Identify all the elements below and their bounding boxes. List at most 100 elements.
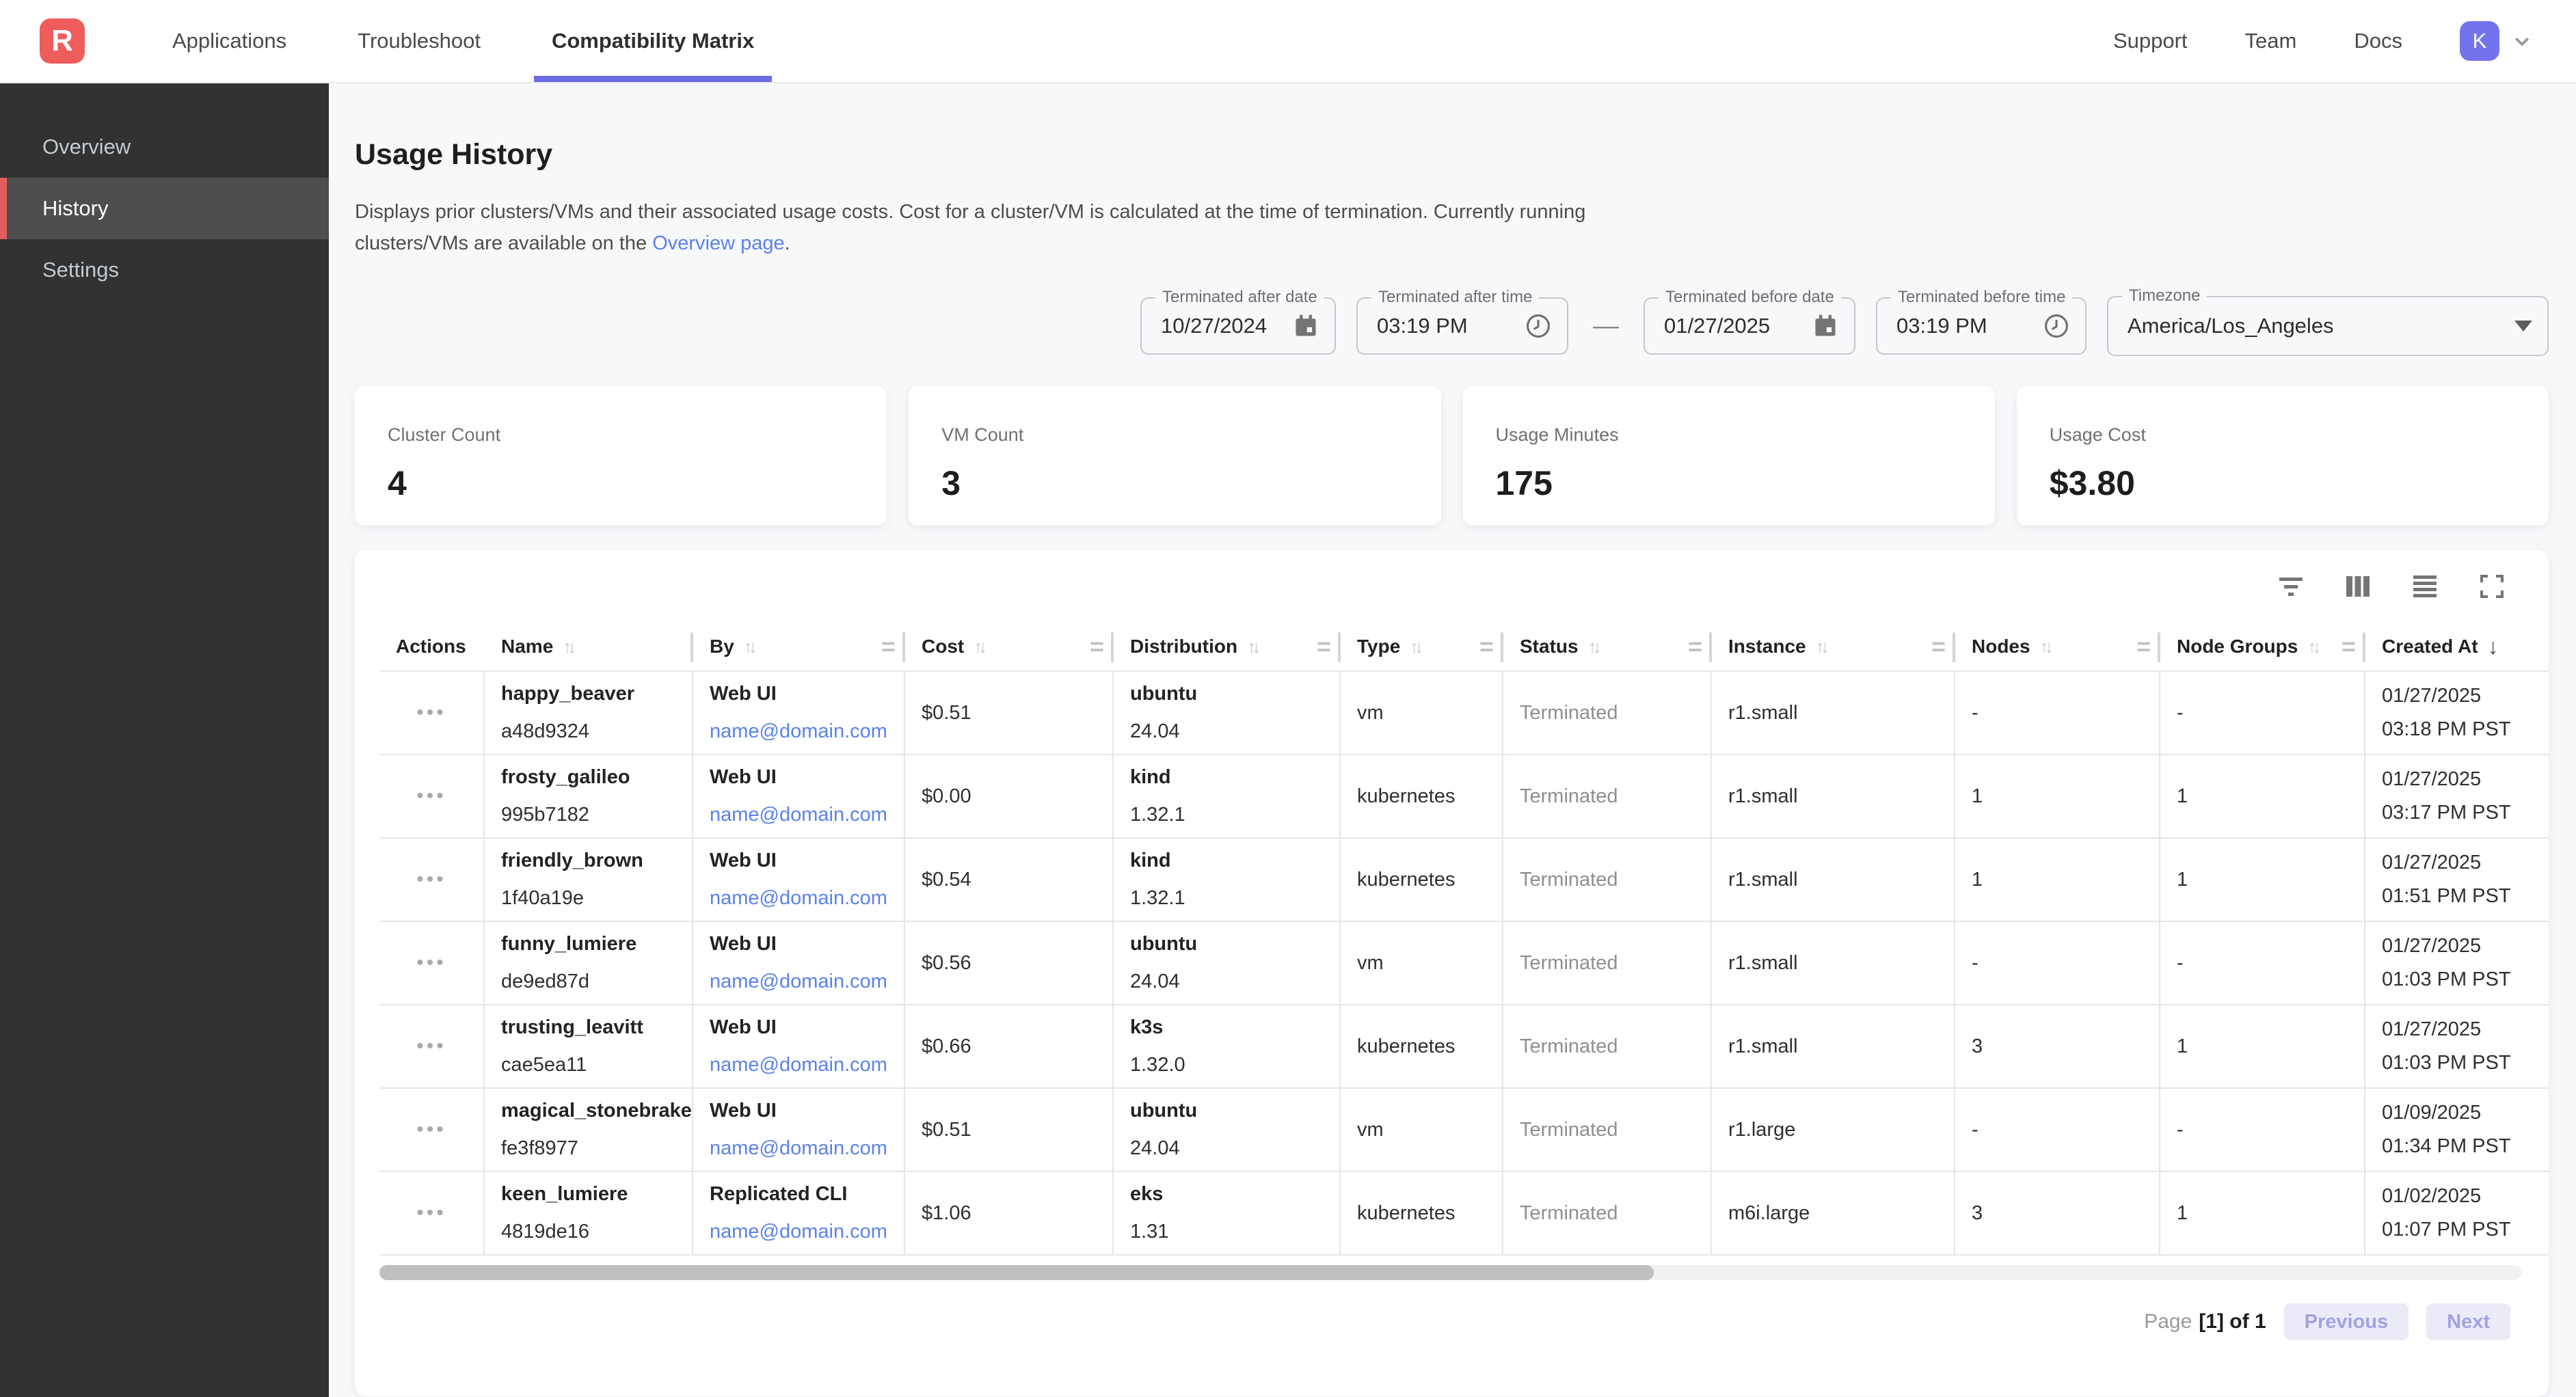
sidebar-item-history[interactable]: History: [0, 178, 329, 239]
row-actions-menu-icon[interactable]: •••: [416, 703, 446, 723]
sort-icon[interactable]: ↑↓: [974, 636, 983, 657]
terminated-after-time-value: 03:19 PM: [1377, 314, 1514, 338]
sort-icon[interactable]: ↑↓: [2307, 636, 2317, 657]
column-header[interactable]: Status ↑↓ =: [1503, 623, 1712, 670]
sort-icon[interactable]: ↑↓: [744, 636, 753, 657]
stat-cards: Cluster Count 4 VM Count 3 Usage Minutes…: [355, 386, 2549, 526]
column-header[interactable]: Type ↑↓ =: [1341, 623, 1503, 670]
column-menu-icon[interactable]: =: [1479, 632, 1494, 661]
column-header[interactable]: Created At ↓: [2365, 623, 2549, 670]
nav-item-troubleshoot[interactable]: Troubleshoot: [322, 0, 516, 82]
table-row[interactable]: ••• trusting_leavittcae5ea11 Web UIname@…: [379, 1005, 2549, 1089]
created-date: 01/02/2025: [2382, 1185, 2549, 1208]
sort-desc-icon[interactable]: ↓: [2488, 634, 2499, 660]
columns-icon[interactable]: [2342, 571, 2374, 602]
sort-icon[interactable]: ↑↓: [1816, 636, 1825, 657]
next-page-button[interactable]: Next: [2426, 1303, 2510, 1340]
timezone-select[interactable]: Timezone America/Los_Angeles: [2107, 296, 2549, 356]
node-groups-cell: -: [2160, 1089, 2365, 1171]
table-header: Actions Name ↑↓ By ↑↓ =: [379, 623, 2549, 672]
column-header-label: Name: [501, 636, 553, 657]
nav-item-compatibility-matrix[interactable]: Compatibility Matrix: [516, 0, 790, 82]
node-groups-cell: 1: [2160, 839, 2365, 921]
horizontal-scrollbar[interactable]: [379, 1265, 2521, 1280]
column-menu-icon[interactable]: =: [1090, 632, 1104, 661]
column-header[interactable]: Name ↑↓: [485, 623, 693, 670]
column-menu-icon[interactable]: =: [1317, 632, 1331, 661]
row-actions-menu-icon[interactable]: •••: [416, 953, 446, 973]
column-menu-icon[interactable]: =: [2342, 632, 2356, 661]
calendar-icon[interactable]: [1812, 312, 1839, 340]
nav-link-support[interactable]: Support: [2113, 29, 2188, 53]
column-menu-icon[interactable]: =: [1688, 632, 1702, 661]
previous-page-button[interactable]: Previous: [2284, 1303, 2409, 1340]
sidebar-item-overview[interactable]: Overview: [0, 116, 329, 178]
creator-email-link[interactable]: name@domain.com: [710, 971, 904, 993]
sort-icon[interactable]: ↑↓: [1247, 636, 1257, 657]
clock-icon[interactable]: [2043, 312, 2070, 340]
created-by-source: Web UI: [710, 850, 904, 872]
table-row[interactable]: ••• magical_stonebrakerfe3f8977 Web UIna…: [379, 1089, 2549, 1172]
creator-email-link[interactable]: name@domain.com: [710, 804, 904, 826]
filters-row: Terminated after date 10/27/2024 Termina…: [355, 296, 2549, 356]
table-row[interactable]: ••• friendly_brown1f40a19e Web UIname@do…: [379, 839, 2549, 922]
column-header[interactable]: Node Groups ↑↓ =: [2160, 623, 2365, 670]
creator-email-link[interactable]: name@domain.com: [710, 1054, 904, 1076]
column-header[interactable]: By ↑↓ =: [693, 623, 905, 670]
sort-icon[interactable]: ↑↓: [563, 636, 572, 657]
table-row[interactable]: ••• frosty_galileo995b7182 Web UIname@do…: [379, 755, 2549, 839]
sort-icon[interactable]: ↑↓: [1410, 636, 1419, 657]
distribution-cell: kind1.32.1: [1114, 839, 1341, 921]
row-actions-menu-icon[interactable]: •••: [416, 786, 446, 806]
creator-email-link[interactable]: name@domain.com: [710, 1137, 904, 1160]
nav-link-docs[interactable]: Docs: [2354, 29, 2402, 53]
sort-icon[interactable]: ↑↓: [1588, 636, 1598, 657]
by-cell: Web UI name@domain.com: [693, 839, 905, 921]
node-groups-cell: 1: [2160, 755, 2365, 837]
column-menu-icon[interactable]: =: [1931, 632, 1946, 661]
replicated-logo[interactable]: R: [40, 18, 85, 64]
column-header[interactable]: Nodes ↑↓ =: [1955, 623, 2160, 670]
row-actions-menu-icon[interactable]: •••: [416, 1120, 446, 1140]
created-by-source: Web UI: [710, 1100, 904, 1122]
calendar-icon[interactable]: [1292, 312, 1319, 340]
row-actions-menu-icon[interactable]: •••: [416, 1036, 446, 1057]
table-row[interactable]: ••• happy_beavera48d9324 Web UIname@doma…: [379, 672, 2549, 755]
nodes-cell: 3: [1955, 1005, 2160, 1087]
account-menu[interactable]: K: [2460, 21, 2532, 61]
clock-icon[interactable]: [1525, 312, 1552, 340]
distribution-cell: k3s1.32.0: [1114, 1005, 1341, 1087]
nav-item-applications[interactable]: Applications: [137, 0, 322, 82]
table-row[interactable]: ••• keen_lumiere4819de16 Replicated CLIn…: [379, 1172, 2549, 1256]
terminated-before-date-field[interactable]: Terminated before date 01/27/2025: [1643, 297, 1855, 355]
type-cell: kubernetes: [1341, 1005, 1503, 1087]
creator-email-link[interactable]: name@domain.com: [710, 887, 904, 910]
column-header[interactable]: Instance ↑↓ =: [1712, 623, 1955, 670]
row-actions-menu-icon[interactable]: •••: [416, 869, 446, 890]
column-header[interactable]: Actions: [379, 623, 485, 670]
creator-email-link[interactable]: name@domain.com: [710, 1221, 904, 1243]
fullscreen-icon[interactable]: [2476, 571, 2508, 602]
stat-value: 4: [388, 463, 854, 503]
filter-icon[interactable]: [2275, 571, 2307, 602]
density-icon[interactable]: [2409, 571, 2441, 602]
column-header[interactable]: Cost ↑↓ =: [905, 623, 1114, 670]
table-row[interactable]: ••• funny_lumierede9ed87d Web UIname@dom…: [379, 922, 2549, 1005]
sidebar-item-settings[interactable]: Settings: [0, 239, 329, 301]
sort-icon[interactable]: ↑↓: [2040, 636, 2050, 657]
terminated-after-time-field[interactable]: Terminated after time 03:19 PM: [1356, 297, 1568, 355]
row-actions-menu-icon[interactable]: •••: [416, 1203, 446, 1223]
row-actions-cell: •••: [379, 755, 485, 837]
creator-email-link[interactable]: name@domain.com: [710, 720, 904, 743]
scrollbar-thumb[interactable]: [379, 1265, 1654, 1280]
terminated-before-time-field[interactable]: Terminated before time 03:19 PM: [1876, 297, 2087, 355]
column-menu-icon[interactable]: =: [2136, 632, 2151, 661]
column-menu-icon[interactable]: =: [881, 632, 896, 661]
stat-label: Usage Cost: [2050, 424, 2516, 446]
column-header[interactable]: Distribution ↑↓ =: [1114, 623, 1341, 670]
cost-cell: $0.66: [905, 1005, 1114, 1087]
nav-link-team[interactable]: Team: [2245, 29, 2297, 53]
terminated-after-date-field[interactable]: Terminated after date 10/27/2024: [1140, 297, 1336, 355]
type-cell: kubernetes: [1341, 839, 1503, 921]
overview-page-link[interactable]: Overview page: [652, 232, 784, 254]
